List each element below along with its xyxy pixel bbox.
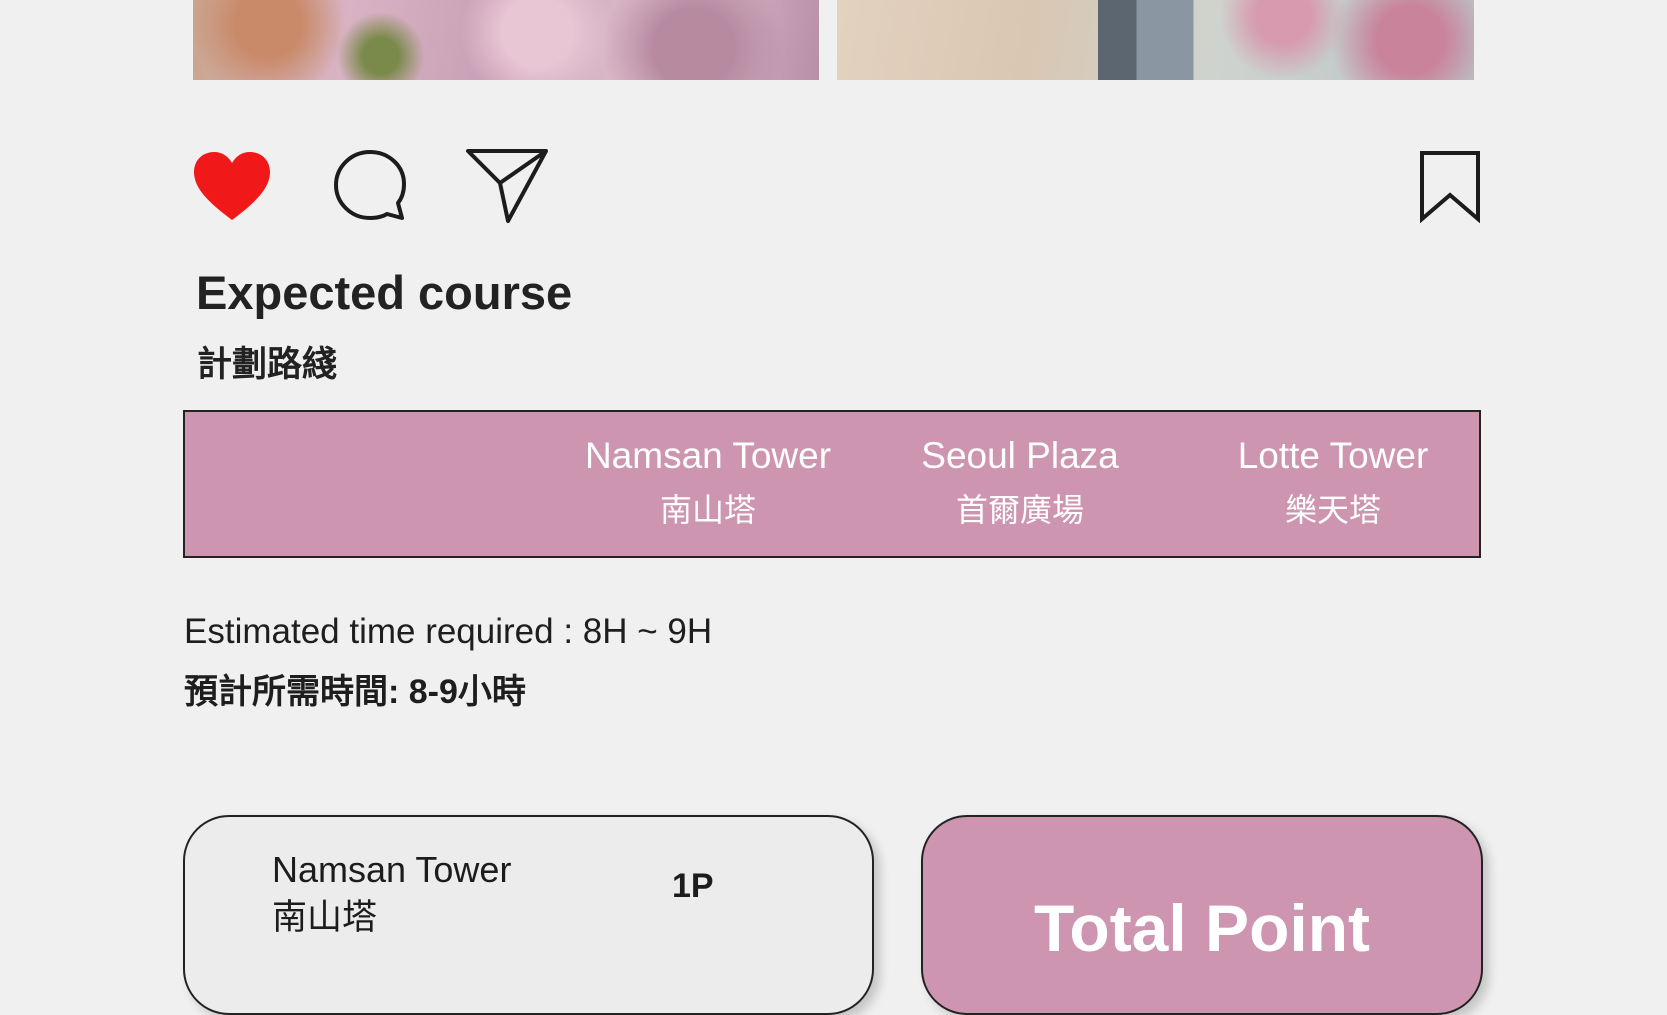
route-stop-label: Lotte Tower — [1237, 435, 1429, 476]
route-banner: Namsan Tower 南山塔 Seoul Plaza 首爾廣場 Lotte … — [183, 410, 1481, 558]
section-title-zh: 計劃路綫 — [197, 345, 338, 384]
place-points: 1P — [672, 867, 714, 905]
route-stop-label-zh: 首爾廣場 — [955, 492, 1084, 528]
heart-icon[interactable] — [190, 146, 274, 226]
route-stop-seoul-plaza: Seoul Plaza 首爾廣場 — [855, 434, 1185, 532]
route-stop-label: Seoul Plaza — [921, 435, 1119, 476]
route-stop-label-zh: 樂天塔 — [1284, 492, 1381, 528]
section-title: Expected course — [196, 266, 573, 319]
place-name-zh: 南山塔 — [272, 898, 378, 937]
cherry-blossom-photo-left[interactable] — [193, 0, 819, 80]
place-name: Namsan Tower — [272, 849, 512, 890]
cherry-blossom-photo-right[interactable] — [837, 0, 1474, 80]
route-stop-label: Namsan Tower — [584, 435, 832, 476]
bookmark-icon[interactable] — [1415, 146, 1485, 226]
total-point-label: Total Point — [1033, 891, 1371, 965]
route-stop-label-zh: 南山塔 — [659, 492, 756, 528]
route-stop-lotte-tower: Lotte Tower 樂天塔 — [1168, 434, 1498, 532]
place-point-card[interactable]: Namsan Tower 南山塔 1P — [183, 815, 874, 1015]
estimated-time: Estimated time required : 8H ~ 9H — [184, 612, 713, 651]
comment-icon[interactable] — [330, 146, 410, 226]
share-icon[interactable] — [464, 146, 550, 226]
estimated-time-zh: 預計所需時間: 8-9小時 — [184, 673, 526, 711]
route-stop-namsan-tower: Namsan Tower 南山塔 — [543, 434, 873, 532]
total-point-card[interactable]: Total Point — [921, 815, 1483, 1015]
